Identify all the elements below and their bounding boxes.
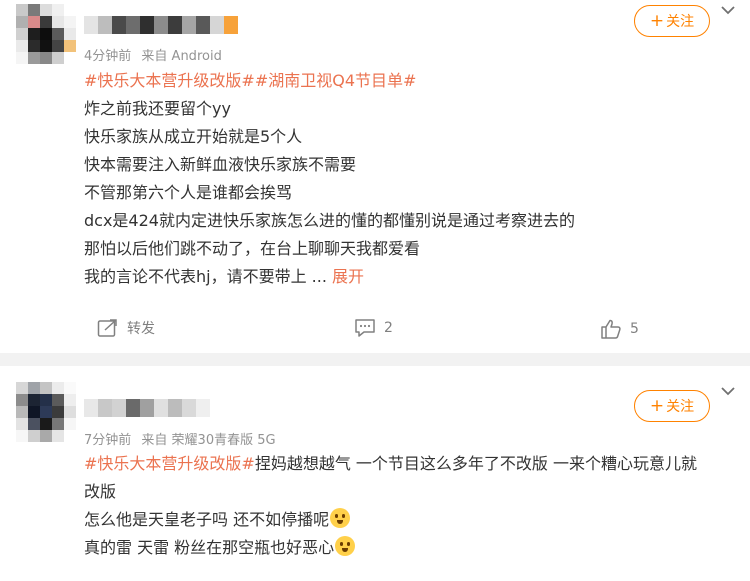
comment-button[interactable]: 2 (354, 318, 393, 338)
username-blurred[interactable] (84, 399, 210, 417)
plus-icon: + (649, 395, 665, 416)
comment-meta: 7分钟前 来自 荣耀30青春版 5G (84, 429, 282, 448)
follow-button[interactable]: + 关注 (634, 5, 710, 37)
crying-emoji-icon (330, 508, 351, 528)
tag-line: #快乐大本营升级改版##湖南卫视Q4节目单# (84, 67, 734, 95)
scared-emoji-icon (335, 536, 356, 556)
card-separator (0, 353, 750, 366)
comment-count: 2 (384, 320, 393, 336)
comment-line: 改版 (84, 482, 117, 501)
comment-body: #快乐大本营升级改版##湖南卫视Q4节目单# 炸之前我还要留个yy 快乐家族从成… (84, 67, 734, 291)
hashtag-link[interactable]: #湖南卫视Q4节目单# (255, 71, 417, 90)
comment-line: 怎么他是天皇老子吗 还不如停播呢 (84, 506, 734, 534)
comment-line: 不管那第六个人是谁都会挨骂 (84, 183, 293, 202)
comment-card: 7分钟前 来自 荣耀30青春版 5G + 关注 #快乐大本营升级改版#捏妈越想越… (0, 366, 750, 581)
comment-line: 那怕以后他们跳不动了，在台上聊聊天我都爱看 (84, 239, 421, 258)
forward-button[interactable]: 转发 (97, 318, 155, 338)
like-icon (601, 319, 621, 339)
like-button[interactable]: 5 (600, 319, 639, 339)
ellipsis: ... (306, 267, 333, 286)
comment-body: #快乐大本营升级改版#捏妈越想越气 一个节目这么多年了不改版 一来个糟心玩意儿就… (84, 450, 734, 562)
comment-line-text: 捏妈越想越气 一个节目这么多年了不改版 一来个糟心玩意儿就 (254, 454, 698, 473)
username-blurred[interactable] (84, 16, 238, 34)
hashtag-link[interactable]: #快乐大本营升级改版# (84, 71, 255, 90)
comment-line: 真的雷 天雷 粉丝在那空瓶也好恶心 (84, 534, 734, 562)
follow-label: 关注 (666, 14, 695, 30)
avatar[interactable] (16, 382, 76, 442)
timestamp: 7分钟前 (84, 433, 132, 448)
timestamp: 4分钟前 (84, 49, 132, 64)
comment-line: 快本需要注入新鲜血液快乐家族不需要 (84, 155, 357, 174)
like-count: 5 (630, 321, 639, 337)
action-bar: 转发 2 5 (0, 314, 750, 344)
comment-icon (355, 319, 375, 337)
comment-line: #快乐大本营升级改版#捏妈越想越气 一个节目这么多年了不改版 一来个糟心玩意儿就 (84, 450, 734, 478)
comment-line-text: 我的言论不代表hj，请不要带上 (84, 267, 307, 286)
avatar[interactable] (16, 4, 76, 64)
comment-line: 炸之前我还要留个yy (84, 99, 231, 118)
plus-icon: + (649, 10, 665, 31)
comment-meta: 4分钟前 来自 Android (84, 45, 228, 64)
comment-card: 4分钟前 来自 Android + 关注 #快乐大本营升级改版##湖南卫视Q4节… (0, 0, 750, 353)
source: 来自 Android (141, 49, 222, 64)
chevron-down-icon[interactable] (720, 4, 736, 16)
comment-line: 快乐家族从成立开始就是5个人 (84, 127, 303, 146)
forward-label: 转发 (127, 321, 155, 337)
source: 来自 荣耀30青春版 5G (141, 433, 276, 448)
chevron-down-icon[interactable] (720, 385, 736, 397)
comment-line-text: 真的雷 天雷 粉丝在那空瓶也好恶心 (84, 538, 335, 557)
comment-line-text: 怎么他是天皇老子吗 还不如停播呢 (84, 510, 330, 529)
follow-button[interactable]: + 关注 (634, 390, 710, 422)
comment-line: 我的言论不代表hj，请不要带上 ... 展开 (84, 263, 734, 291)
follow-label: 关注 (666, 399, 695, 415)
forward-icon (97, 319, 117, 337)
expand-link[interactable]: 展开 (332, 267, 364, 286)
comment-line: dcx是424就内定进快乐家族怎么进的懂的都懂别说是通过考察进去的 (84, 211, 575, 230)
hashtag-link[interactable]: #快乐大本营升级改版# (84, 454, 255, 473)
